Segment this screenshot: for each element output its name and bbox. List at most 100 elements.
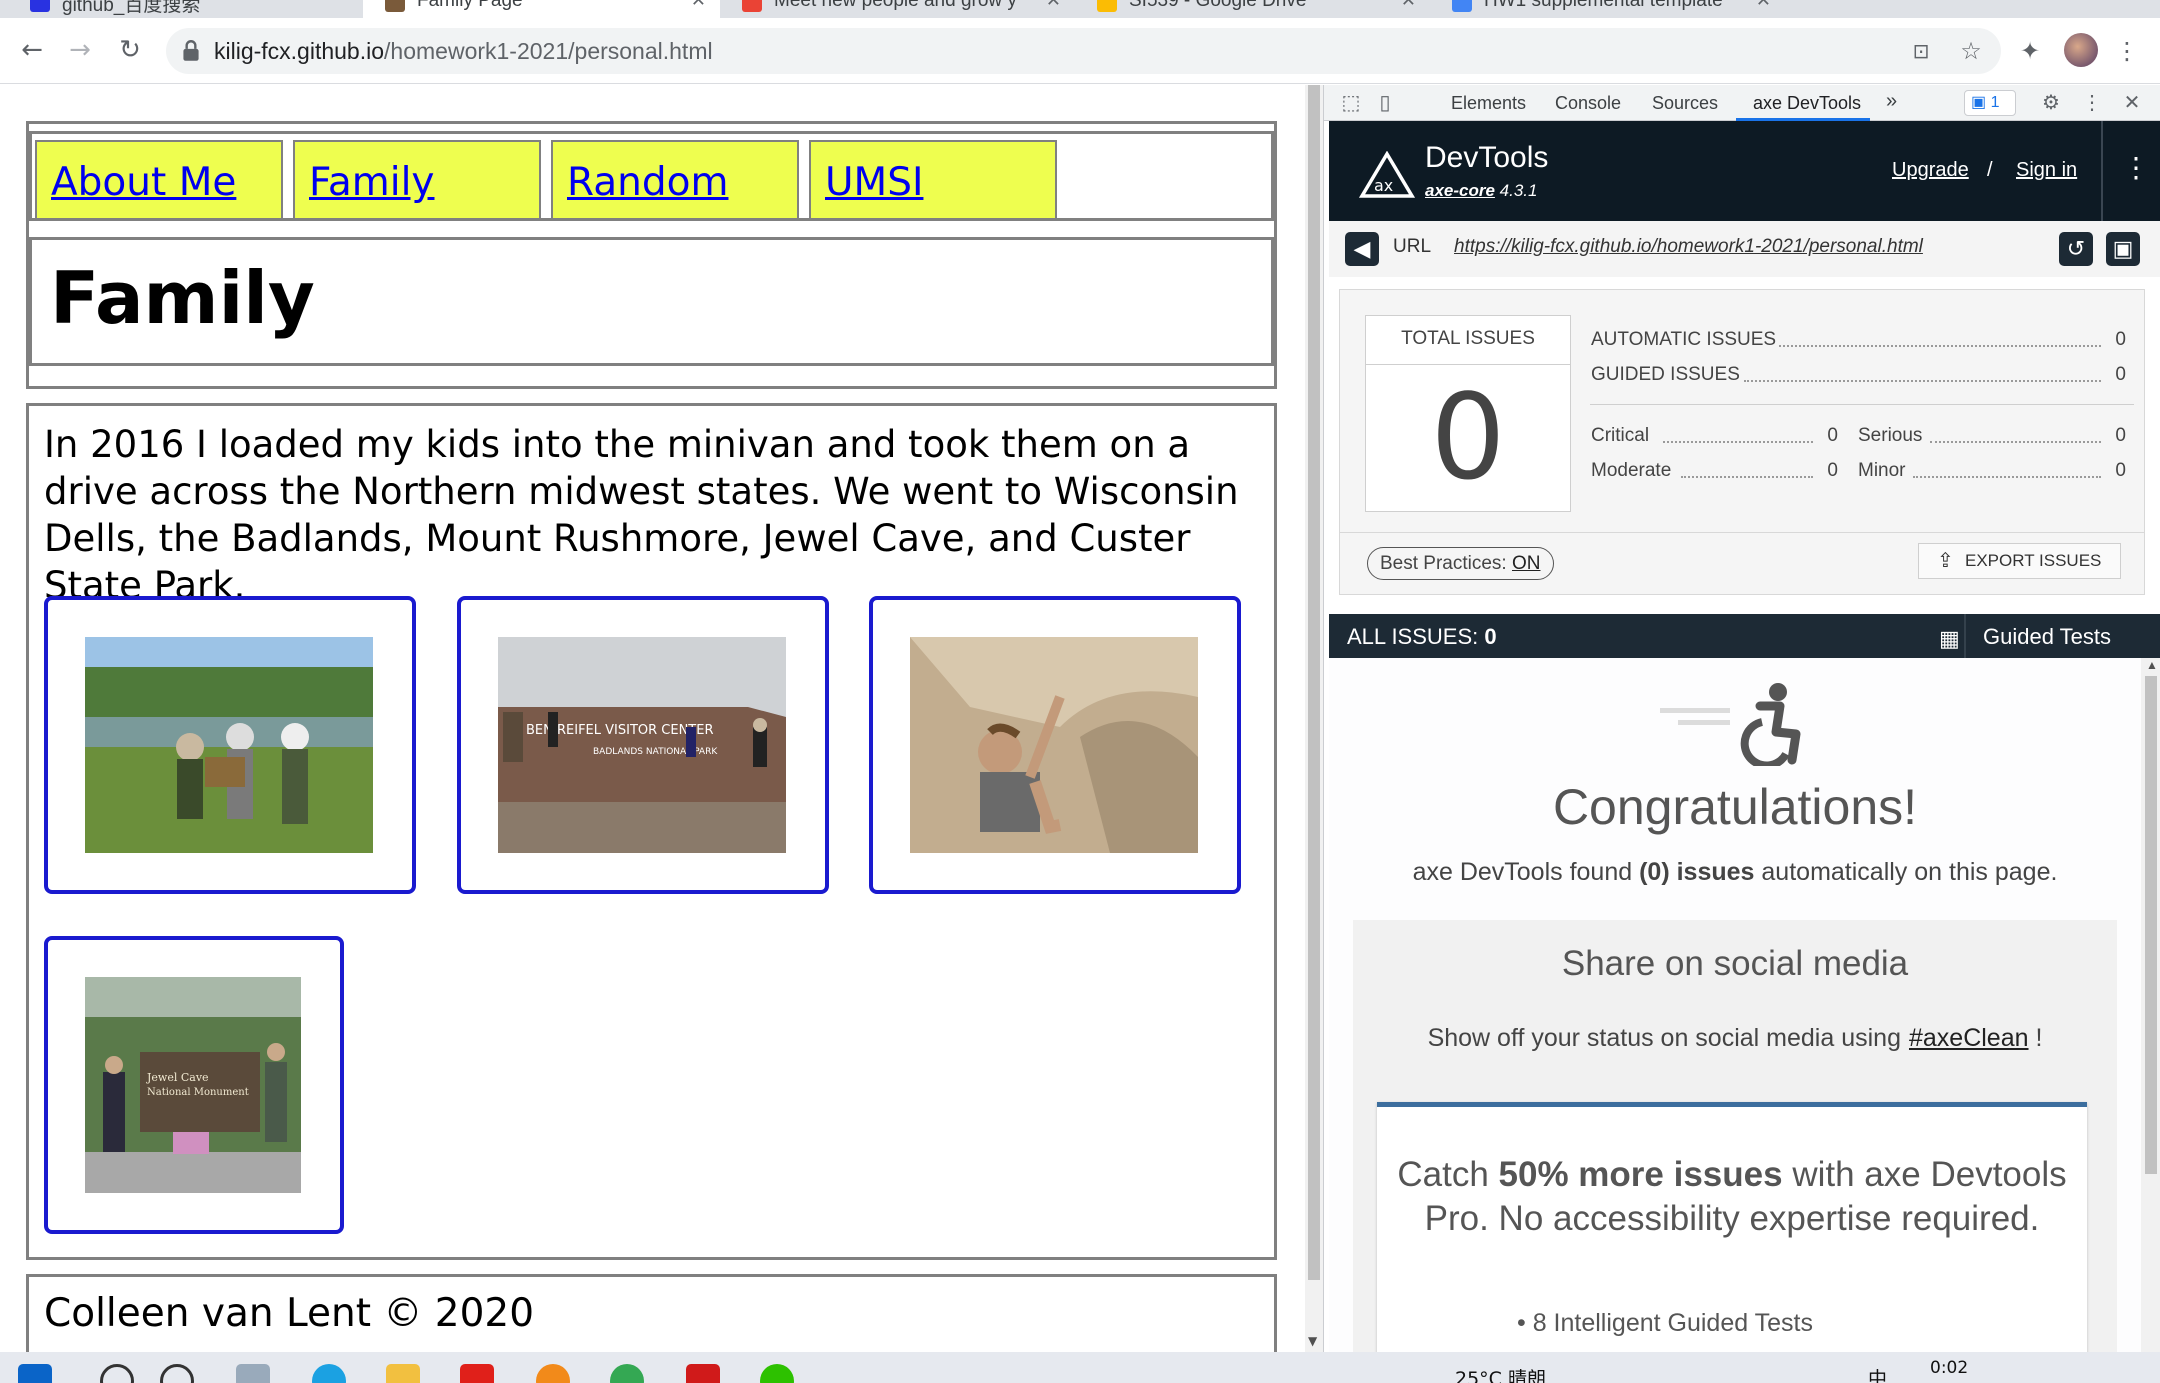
more-tabs-chevron-icon[interactable]: » (1886, 90, 1897, 113)
minor-count: 0 (2115, 460, 2126, 481)
nav-link-umsi[interactable]: UMSI (825, 160, 923, 205)
devtools-menu-icon[interactable]: ⋮ (2079, 90, 2105, 116)
rescan-icon[interactable]: ↺ (2059, 232, 2093, 266)
url-label: URL (1393, 236, 1432, 257)
scanned-url-link[interactable]: https://kilig-fcx.github.io/homework1-20… (1454, 236, 1923, 258)
share-text: Show off your status on social media usi… (1353, 1024, 2117, 1053)
photo-frame: BEN REIFEL VISITOR CENTER BADLANDS NATIO… (457, 596, 829, 894)
tab-title: HW1 supplemental template (1484, 0, 1723, 11)
close-tab-icon[interactable]: ✕ (1046, 0, 1061, 11)
summary-bottom-divider (1340, 532, 2144, 533)
devtools-tab-axe[interactable]: axe DevTools (1753, 93, 1861, 114)
reload-icon[interactable]: ↻ (112, 32, 148, 68)
devtools-scrollbar[interactable]: ▲ (2141, 658, 2160, 1352)
page-scrollbar[interactable]: ▼ (1305, 85, 1323, 1352)
intro-paragraph: In 2016 I loaded my kids into the miniva… (44, 423, 1239, 607)
axeclean-hashtag-link[interactable]: #axeClean (1909, 1024, 2029, 1052)
close-tab-icon[interactable]: ✕ (1756, 0, 1771, 11)
issues-badge[interactable]: ▣ 1 (1964, 90, 2016, 116)
chrome-icon[interactable] (610, 1364, 644, 1383)
input-method-indicator[interactable]: 中 (1868, 1364, 1887, 1383)
task-view-icon[interactable] (236, 1364, 270, 1383)
devtools-tab-console[interactable]: Console (1555, 93, 1621, 114)
close-tab-icon[interactable]: ✕ (691, 0, 706, 11)
scroll-up-arrow-icon[interactable]: ▲ (2146, 658, 2158, 672)
edge-icon[interactable] (312, 1364, 346, 1383)
dictionary-app-icon[interactable] (460, 1364, 494, 1383)
windows-start-icon[interactable] (18, 1364, 52, 1383)
header-section: About Me Family Random UMSI Family (26, 121, 1277, 389)
page-favicon-icon (385, 0, 405, 12)
browser-tab-baidu[interactable]: github_百度搜索 (8, 0, 363, 18)
profile-avatar[interactable] (2064, 33, 2098, 67)
device-toolbar-icon[interactable]: ▯ (1372, 90, 1398, 116)
wechat-icon[interactable] (760, 1364, 794, 1383)
file-explorer-icon[interactable] (386, 1364, 420, 1383)
wps-icon[interactable] (686, 1364, 720, 1383)
browser-tab-meetup[interactable]: Meet new people and grow y ✕ (720, 0, 1075, 18)
devtools-scrollbar-thumb[interactable] (2145, 676, 2157, 1174)
axe-core-link[interactable]: axe-core (1425, 181, 1495, 200)
photo-frame (44, 596, 416, 894)
serious-label: Serious (1858, 425, 1923, 446)
taskbar-clock[interactable]: 0:02 (1930, 1358, 1968, 1378)
scanned-url-row: ◀ URL https://kilig-fcx.github.io/homewo… (1329, 221, 2160, 277)
issues-bar-divider (1964, 614, 1966, 658)
page-scrollbar-thumb[interactable] (1308, 85, 1320, 1280)
nav-link-about-me[interactable]: About Me (51, 160, 236, 205)
scroll-down-arrow-icon[interactable]: ▼ (1308, 1334, 1317, 1348)
nav-link-random[interactable]: Random (567, 160, 728, 205)
browser-menu-icon[interactable]: ⋮ (2110, 34, 2144, 68)
forward-arrow-icon[interactable]: → (62, 32, 98, 68)
axe-menu-icon[interactable]: ⋮ (2122, 151, 2150, 184)
firefox-icon[interactable] (536, 1364, 570, 1383)
translate-icon[interactable]: ⊡ (1904, 34, 1938, 68)
bookmark-star-icon[interactable]: ☆ (1954, 34, 1988, 68)
grid-icon: ▦ (1939, 626, 1960, 651)
nav-link-family[interactable]: Family (309, 160, 435, 205)
tab-title: github_百度搜索 (62, 0, 201, 16)
save-scan-icon[interactable]: ▣ (2106, 232, 2140, 266)
total-issues-label: TOTAL ISSUES (1401, 328, 1535, 349)
results-pane: Congratulations! axe DevTools found (0) … (1329, 658, 2141, 1352)
weather-widget[interactable]: 25°C 晴朗 (1455, 1364, 1546, 1383)
nav-item-family: Family (293, 140, 541, 220)
upgrade-link[interactable]: Upgrade (1892, 159, 1969, 182)
back-arrow-icon[interactable]: ← (14, 32, 50, 68)
all-issues-label: ALL ISSUES: (1347, 624, 1479, 649)
nav-item-random: Random (551, 140, 799, 220)
header-divider (2101, 121, 2103, 221)
browser-tab-hw1-template[interactable]: HW1 supplemental template ✕ (1430, 0, 1785, 18)
export-issues-label: EXPORT ISSUES (1965, 551, 2102, 570)
lock-icon[interactable] (178, 38, 204, 64)
close-tab-icon[interactable]: ✕ (1401, 0, 1416, 11)
inspect-element-icon[interactable]: ⬚ (1338, 90, 1364, 116)
devtools-tab-sources[interactable]: Sources (1652, 93, 1718, 114)
settings-gear-icon[interactable]: ⚙ (2038, 90, 2064, 116)
all-issues-bar: ALL ISSUES: 0 ▦ Guided Tests (1329, 614, 2160, 658)
issues-badge-count: 1 (1990, 94, 2000, 111)
browser-tab-family-page[interactable]: Family Page ✕ (363, 0, 720, 18)
leader-dots (1663, 441, 1813, 443)
guided-tests-button[interactable]: Guided Tests (1983, 624, 2111, 650)
drive-favicon-icon (1097, 0, 1117, 12)
tab-title: Meet new people and grow y (774, 0, 1017, 11)
photo-frame (869, 596, 1241, 894)
extensions-puzzle-icon[interactable]: ✦ (2013, 34, 2047, 68)
export-issues-button[interactable]: ⇪ EXPORT ISSUES (1918, 543, 2121, 579)
close-devtools-icon[interactable]: ✕ (2119, 90, 2145, 116)
cortana-icon[interactable] (160, 1364, 194, 1383)
browser-tab-google-drive[interactable]: SI539 - Google Drive ✕ (1075, 0, 1430, 18)
critical-label: Critical (1591, 425, 1650, 446)
windows-taskbar: 25°C 晴朗 中 0:02 (0, 1352, 2160, 1383)
devtools-tab-elements[interactable]: Elements (1451, 93, 1526, 114)
best-practices-toggle[interactable]: Best Practices: ON (1367, 547, 1554, 580)
guided-issues-count: 0 (2115, 364, 2126, 385)
address-bar[interactable]: kilig-fcx.github.io/homework1-2021/perso… (166, 28, 2001, 74)
back-circle-icon[interactable]: ◀ (1345, 232, 1379, 266)
search-icon[interactable] (100, 1364, 134, 1383)
sign-in-link[interactable]: Sign in (2016, 159, 2077, 182)
footer-section: Colleen van Lent © 2020 (26, 1274, 1277, 1352)
jewel-cave-sign-subtext: National Monument (147, 1087, 249, 1098)
devtools-tab-bar: ⬚ ▯ Elements Console Sources axe DevTool… (1324, 85, 2160, 121)
